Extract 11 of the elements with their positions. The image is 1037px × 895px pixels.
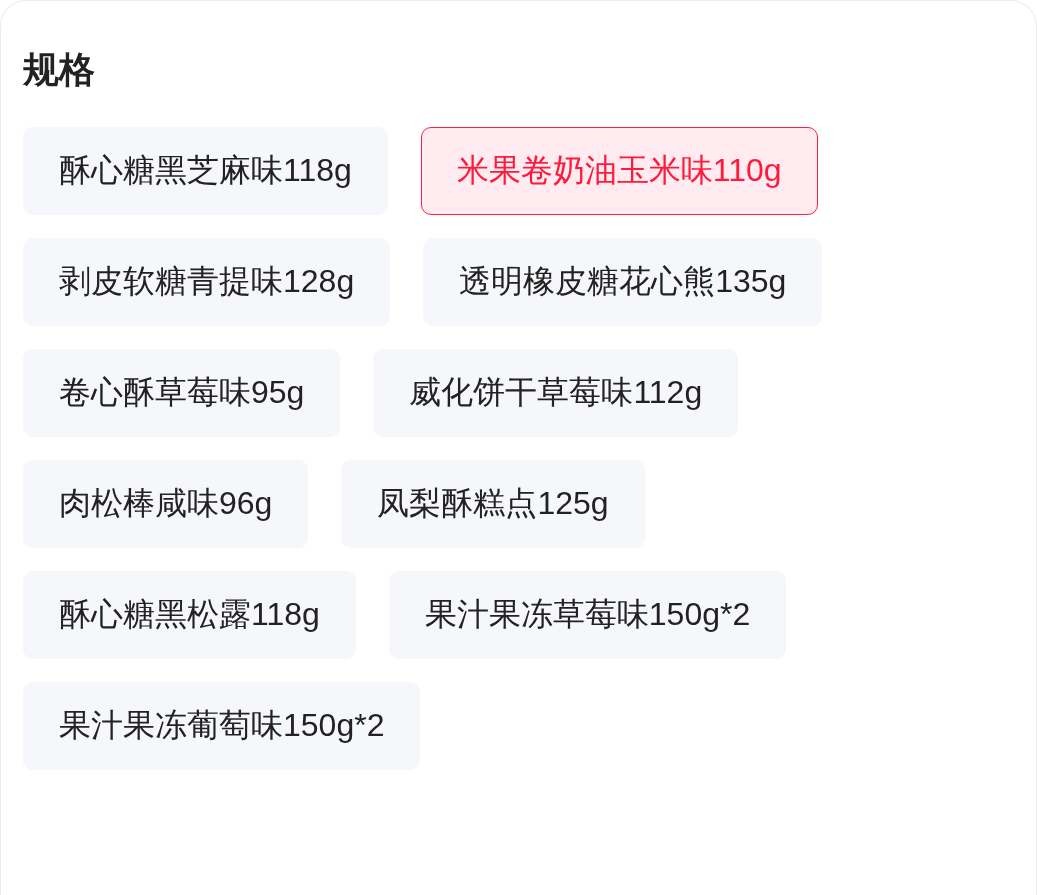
option-chip[interactable]: 酥心糖黑松露118g <box>23 571 356 659</box>
option-chip[interactable]: 透明橡皮糖花心熊135g <box>423 238 823 326</box>
option-chip[interactable]: 酥心糖黑芝麻味118g <box>23 127 388 215</box>
option-chip[interactable]: 果汁果冻葡萄味150g*2 <box>23 682 421 770</box>
option-chip[interactable]: 卷心酥草莓味95g <box>23 349 341 437</box>
option-chip[interactable]: 果汁果冻草莓味150g*2 <box>388 571 787 659</box>
option-chip[interactable]: 凤梨酥糕点125g <box>341 460 645 548</box>
option-chip[interactable]: 剥皮软糖青提味128g <box>23 238 391 326</box>
option-chip[interactable]: 威化饼干草莓味112g <box>373 349 739 437</box>
section-title: 规格 <box>23 48 95 92</box>
option-chip[interactable]: 肉松棒咸味96g <box>23 460 309 548</box>
